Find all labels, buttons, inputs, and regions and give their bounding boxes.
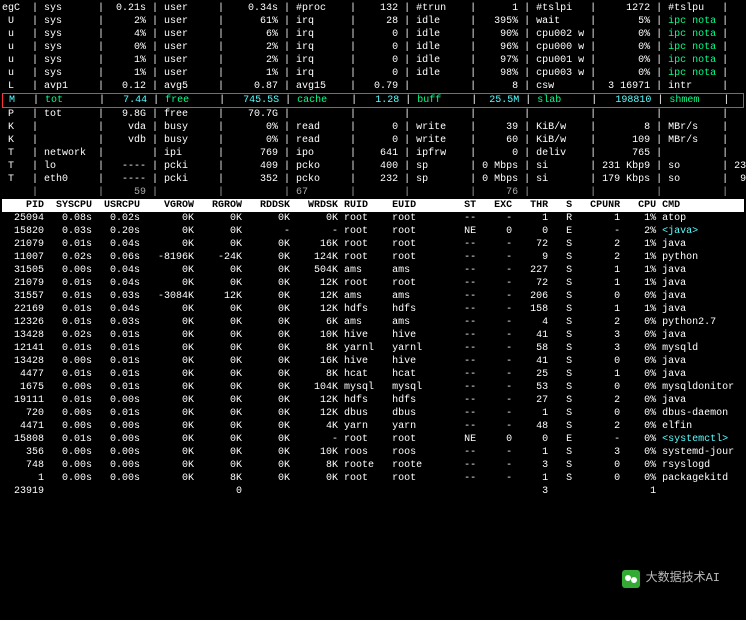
stat-row: L | avp1 | 0.12 | avg5 | 0.87 | avg15 | …: [2, 80, 744, 93]
watermark-text: 大数据技术AI: [646, 571, 720, 587]
process-list[interactable]: 25094 0.08s 0.02s 0K 0K 0K 0K root root …: [2, 212, 744, 498]
process-row[interactable]: 21079 0.01s 0.04s 0K 0K 0K 16K root root…: [2, 238, 744, 251]
io-net-stats-block: P | tot | 9.8G | free | 70.7G | | | | | …: [2, 108, 744, 186]
process-row[interactable]: 720 0.00s 0.01s 0K 0K 0K 12K dbus dbus -…: [2, 407, 744, 420]
stat-row: U | sys | 2% | user | 61% | irq | 28 | i…: [2, 15, 744, 28]
process-row[interactable]: 31557 0.01s 0.03s -3084K 12K 0K 12K ams …: [2, 290, 744, 303]
process-header: PID SYSCPU USRCPU VGROW RGROW RDDSK WRDS…: [2, 199, 744, 212]
process-row[interactable]: 12141 0.01s 0.01s 0K 0K 0K 8K yarnl yarn…: [2, 342, 744, 355]
stat-row: u | sys | 0% | user | 2% | irq | 0 | idl…: [2, 41, 744, 54]
system-stats-block: egC | sys | 0.21s | user | 0.34s | #proc…: [2, 2, 744, 93]
process-row[interactable]: 1675 0.00s 0.01s 0K 0K 0K 104K mysql mys…: [2, 381, 744, 394]
process-row[interactable]: 11007 0.02s 0.06s -8196K -24K 0K 124K ro…: [2, 251, 744, 264]
process-row[interactable]: 15820 0.03s 0.20s 0K 0K - - root root NE…: [2, 225, 744, 238]
watermark: 大数据技术AI: [614, 566, 728, 592]
process-row[interactable]: 748 0.00s 0.00s 0K 0K 0K 8K roote roote …: [2, 459, 744, 472]
stat-row: egC | sys | 0.21s | user | 0.34s | #proc…: [2, 2, 744, 15]
stat-row: u | sys | 1% | user | 2% | irq | 0 | idl…: [2, 54, 744, 67]
process-row[interactable]: 13428 0.00s 0.01s 0K 0K 0K 16K hive hive…: [2, 355, 744, 368]
atop-terminal: { "header_rows": [ {"color":"c-white","c…: [0, 0, 746, 500]
process-row[interactable]: 13428 0.02s 0.01s 0K 0K 0K 10K hive hive…: [2, 329, 744, 342]
stat-row: K | | vdb | busy | 0% | read | 0 | write…: [2, 134, 744, 147]
process-row[interactable]: 1 0.00s 0.00s 0K 8K 0K 0K root root -- -…: [2, 472, 744, 485]
process-row[interactable]: 15808 0.01s 0.00s 0K 0K 0K - root root N…: [2, 433, 744, 446]
mem-row-highlight: M | tot | 7.44 | free | 745.5S | cache |…: [2, 93, 744, 108]
process-row[interactable]: 4477 0.01s 0.01s 0K 0K 0K 8K hcat hcat -…: [2, 368, 744, 381]
process-row[interactable]: 4471 0.00s 0.00s 0K 0K 0K 4K yarn yarn -…: [2, 420, 744, 433]
stat-row: T | network | | ipi | 769 | ipo | 641 | …: [2, 147, 744, 160]
stat-row: | | 59 | | | 67 | | | 76 | | | | | | | |: [2, 186, 744, 199]
stat-row: P | tot | 9.8G | free | 70.7G | | | | | …: [2, 108, 744, 121]
mem-row: M | tot | 7.44 | free | 745.5S | cache |…: [3, 94, 743, 107]
process-row[interactable]: 12326 0.01s 0.03s 0K 0K 0K 6K ams ams --…: [2, 316, 744, 329]
stat-row: u | sys | 4% | user | 6% | irq | 0 | idl…: [2, 28, 744, 41]
stat-row: T | eth0 | ---- | pcki | 352 | pcko | 23…: [2, 173, 744, 186]
process-row[interactable]: 31505 0.00s 0.04s 0K 0K 0K 504K ams ams …: [2, 264, 744, 277]
summary-row: | | 59 | | | 67 | | | 76 | | | | | | | |: [2, 186, 744, 199]
stat-row: K | | vda | busy | 0% | read | 0 | write…: [2, 121, 744, 134]
process-row[interactable]: 22169 0.01s 0.04s 0K 0K 0K 12K hdfs hdfs…: [2, 303, 744, 316]
process-row[interactable]: 25094 0.08s 0.02s 0K 0K 0K 0K root root …: [2, 212, 744, 225]
process-row[interactable]: 21079 0.01s 0.04s 0K 0K 0K 12K root root…: [2, 277, 744, 290]
stat-row: u | sys | 1% | user | 1% | irq | 0 | idl…: [2, 67, 744, 80]
process-row[interactable]: 356 0.00s 0.00s 0K 0K 0K 10K roos roos -…: [2, 446, 744, 459]
stat-row: T | lo | ---- | pcki | 409 | pcko | 400 …: [2, 160, 744, 173]
process-row[interactable]: 19111 0.01s 0.00s 0K 0K 0K 12K hdfs hdfs…: [2, 394, 744, 407]
wechat-icon: [622, 570, 640, 588]
process-row[interactable]: 23919 0 3 1: [2, 485, 744, 498]
